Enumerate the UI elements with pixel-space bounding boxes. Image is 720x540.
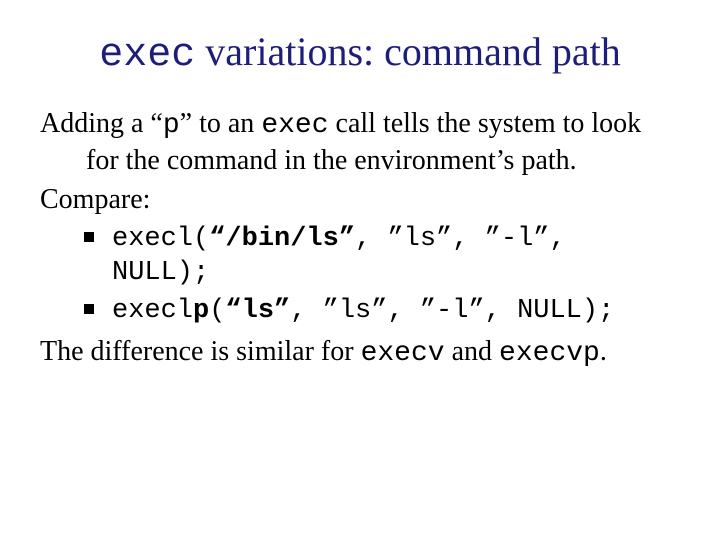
b1-post2: NULL); (112, 257, 680, 291)
title-text: variations: command path (195, 29, 620, 74)
slide-body: Adding a “p” to an exec call tells the s… (40, 106, 680, 371)
bullet-1: execl(“/bin/ls”, ”ls”, ”-l”, NULL); (84, 223, 680, 291)
b1-post1: , ”ls”, ”-l”, (355, 224, 566, 254)
b2-post1: ( (209, 296, 225, 326)
p3-t2: and (445, 336, 499, 367)
p2-text: Compare: (40, 184, 150, 215)
b2-pre: execl (112, 296, 193, 326)
p1-t1: Adding a “ (40, 108, 163, 139)
p3-t1: The difference is similar for (40, 336, 361, 367)
square-bullet-icon (84, 232, 94, 242)
paragraph-1: Adding a “p” to an exec call tells the s… (40, 106, 680, 178)
p1-code1: p (163, 110, 180, 141)
paragraph-2: Compare: (40, 182, 680, 217)
b2-boldp: p (193, 296, 209, 326)
paragraph-3: The difference is similar for execv and … (40, 334, 680, 371)
p3-code1: execv (361, 338, 445, 369)
slide: exec variations: command path Adding a “… (0, 0, 720, 395)
square-bullet-icon (84, 304, 94, 314)
p1-t2: ” to an (180, 108, 262, 139)
b1-pre: execl( (112, 224, 209, 254)
bullet-list: execl(“/bin/ls”, ”ls”, ”-l”, NULL); exec… (40, 223, 680, 328)
b2-post2: , ”ls”, ”-l”, NULL); (290, 296, 614, 326)
title-code: exec (99, 33, 195, 78)
bullet-2: execlp(“ls”, ”ls”, ”-l”, NULL); (84, 295, 680, 329)
b1-bold: “/bin/ls” (209, 224, 355, 254)
p3-t3: . (600, 336, 607, 367)
b2-bold2: “ls” (225, 296, 290, 326)
p1-code2: exec (261, 110, 328, 141)
slide-title: exec variations: command path (40, 28, 680, 78)
p3-code2: execvp (499, 338, 600, 369)
